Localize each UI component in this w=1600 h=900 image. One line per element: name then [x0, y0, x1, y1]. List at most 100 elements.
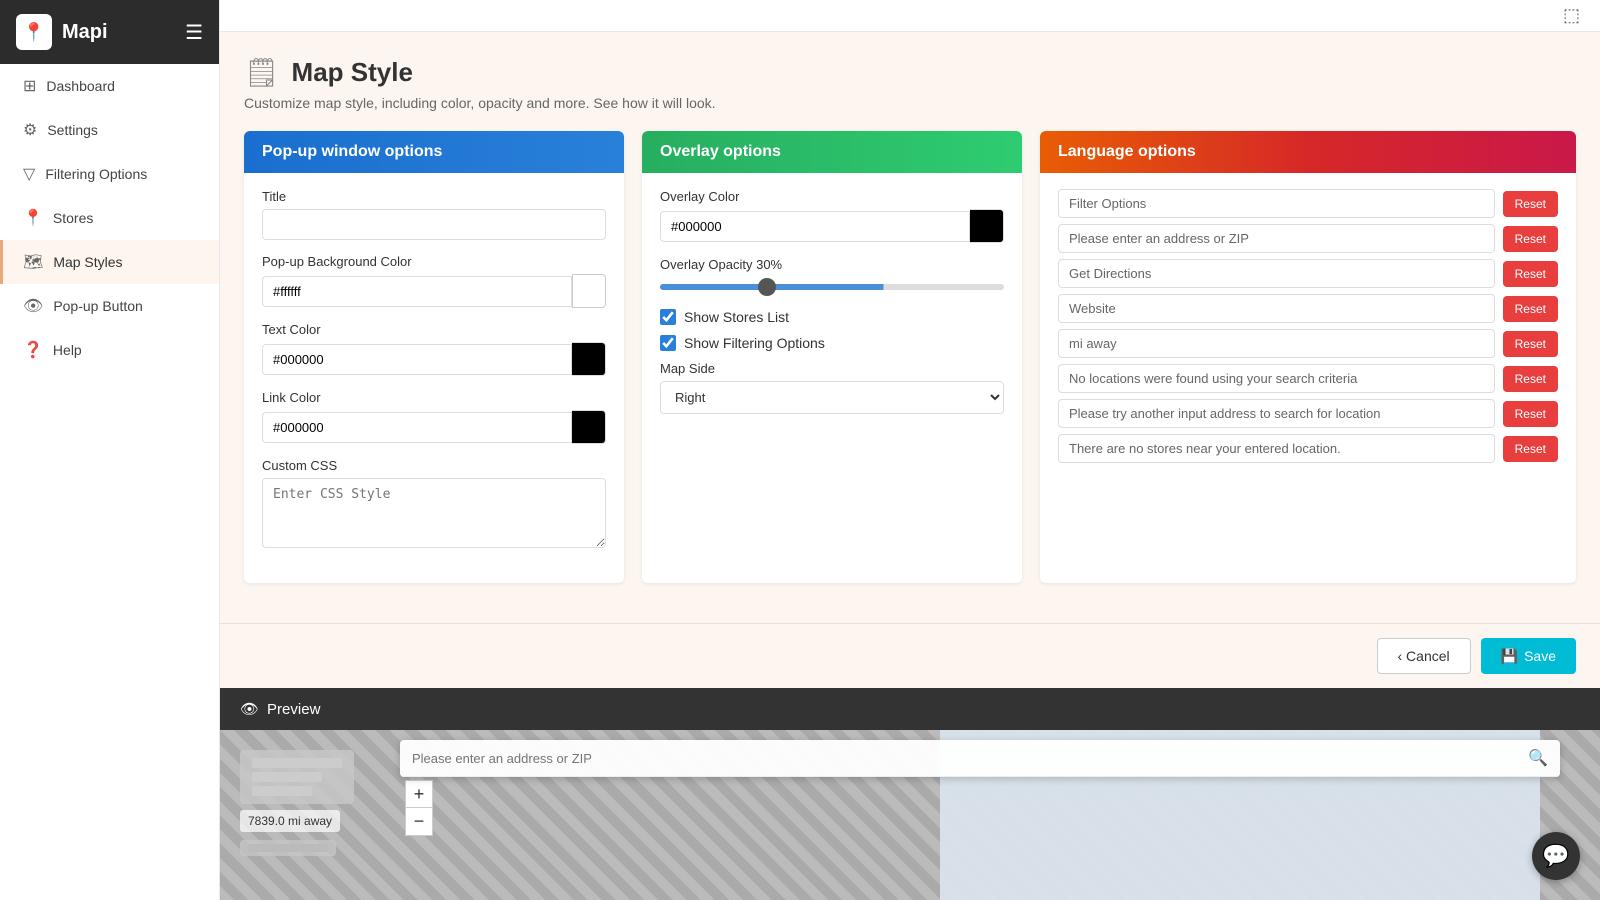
sidebar-item-stores[interactable]: 📍 Stores [0, 196, 219, 240]
lang-row-try-another: Reset [1058, 399, 1558, 428]
preview-section: 👁 Preview [220, 688, 1600, 730]
lang-input-try-another[interactable] [1058, 399, 1495, 428]
text-color-input[interactable] [262, 344, 572, 375]
title-label: Title [262, 189, 606, 204]
reset-button-address-zip[interactable]: Reset [1503, 226, 1558, 252]
lang-input-filter-options[interactable] [1058, 189, 1495, 218]
show-stores-row: Show Stores List [660, 309, 1004, 325]
save-icon: 💾 [1501, 648, 1518, 665]
popupbutton-icon: 👁 [23, 296, 43, 316]
preview-area: 7839.0 mi away + − 🔍 [220, 730, 1600, 900]
lang-input-no-stores[interactable] [1058, 434, 1495, 463]
reset-button-mi-away[interactable]: Reset [1503, 331, 1558, 357]
popup-card-body: Title Pop-up Background Color Text Color [244, 173, 624, 583]
custom-css-label: Custom CSS [262, 458, 606, 473]
store-info-box [240, 750, 354, 804]
lang-row-no-stores: Reset [1058, 434, 1558, 463]
map-distance: 7839.0 mi away [240, 810, 340, 832]
map-overlay-panel: 🔍 [400, 740, 1560, 777]
cancel-button[interactable]: ‹ Cancel [1377, 638, 1471, 674]
overlay-card: Overlay options Overlay Color Overlay Op… [642, 131, 1022, 583]
zoom-in-button[interactable]: + [405, 780, 433, 808]
reset-button-get-directions[interactable]: Reset [1503, 261, 1558, 287]
content-area: 🗒 Map Style Customize map style, includi… [220, 32, 1600, 623]
save-label: Save [1524, 648, 1556, 664]
lang-row-get-directions: Reset [1058, 259, 1558, 288]
overlay-color-group: Overlay Color [660, 189, 1004, 243]
reset-button-website[interactable]: Reset [1503, 296, 1558, 322]
lang-input-get-directions[interactable] [1058, 259, 1495, 288]
map-side-label: Map Side [660, 361, 1004, 376]
sidebar-item-filtering[interactable]: ▽ Filtering Options [0, 152, 219, 196]
text-color-swatch[interactable] [572, 342, 606, 376]
lang-input-no-locations[interactable] [1058, 364, 1495, 393]
search-icon: 🔍 [1528, 748, 1548, 768]
sidebar-item-dashboard[interactable]: ⊞ Dashboard [0, 64, 219, 108]
topbar: ⬚ [220, 0, 1600, 32]
lang-input-mi-away[interactable] [1058, 329, 1495, 358]
map-search-bar: 🔍 [400, 740, 1560, 777]
opacity-group: Overlay Opacity 30% [660, 257, 1004, 295]
reset-button-no-locations[interactable]: Reset [1503, 366, 1558, 392]
show-filtering-label: Show Filtering Options [684, 335, 825, 351]
reset-button-try-another[interactable]: Reset [1503, 401, 1558, 427]
overlay-color-swatch[interactable] [970, 209, 1004, 243]
custom-css-input[interactable] [262, 478, 606, 548]
overlay-card-header: Overlay options [642, 131, 1022, 173]
preview-icon: 👁 [240, 700, 259, 718]
show-filtering-checkbox[interactable] [660, 335, 676, 351]
opacity-slider[interactable] [660, 284, 1004, 290]
opacity-label: Overlay Opacity 30% [660, 257, 1004, 272]
custom-css-group: Custom CSS [262, 458, 606, 553]
bg-color-swatch[interactable] [572, 274, 606, 308]
reset-button-no-stores[interactable]: Reset [1503, 436, 1558, 462]
logo-icon: 📍 [16, 14, 52, 50]
link-color-label: Link Color [262, 390, 606, 405]
title-input[interactable] [262, 209, 606, 240]
hamburger-icon[interactable]: ☰ [185, 20, 203, 45]
title-group: Title [262, 189, 606, 240]
overlay-card-body: Overlay Color Overlay Opacity 30% Show S… [642, 173, 1022, 444]
show-filtering-row: Show Filtering Options [660, 335, 1004, 351]
popup-card: Pop-up window options Title Pop-up Backg… [244, 131, 624, 583]
save-button[interactable]: 💾 Save [1481, 638, 1576, 674]
topbar-icon[interactable]: ⬚ [1563, 5, 1580, 26]
stores-icon: 📍 [23, 208, 43, 228]
page-icon: 🗒 [244, 56, 280, 89]
cards-row: Pop-up window options Title Pop-up Backg… [244, 131, 1576, 583]
sidebar-item-help[interactable]: ❓ Help [0, 328, 219, 372]
lang-row-filter-options: Reset [1058, 189, 1558, 218]
store-address [240, 840, 336, 856]
bg-color-row [262, 274, 606, 308]
chat-bubble[interactable]: 💬 [1532, 832, 1580, 880]
link-color-row [262, 410, 606, 444]
settings-icon: ⚙ [23, 120, 37, 140]
page-title: Map Style [292, 57, 413, 88]
bg-color-input[interactable] [262, 276, 572, 307]
map-side-group: Map Side Right Left Top Bottom [660, 361, 1004, 414]
popup-card-header: Pop-up window options [244, 131, 624, 173]
sidebar-header: 📍 Mapi ☰ [0, 0, 219, 64]
store-info-line2 [252, 772, 322, 782]
overlay-color-input[interactable] [660, 211, 970, 242]
map-side-select[interactable]: Right Left Top Bottom [660, 381, 1004, 414]
text-color-row [262, 342, 606, 376]
map-search-input[interactable] [412, 751, 1520, 766]
sidebar-item-popupbutton[interactable]: 👁 Pop-up Button [0, 284, 219, 328]
sidebar-item-settings[interactable]: ⚙ Settings [0, 108, 219, 152]
lang-input-website[interactable] [1058, 294, 1495, 323]
show-stores-checkbox[interactable] [660, 309, 676, 325]
sidebar: 📍 Mapi ☰ ⊞ Dashboard ⚙ Settings ▽ Filter… [0, 0, 220, 900]
link-color-input[interactable] [262, 412, 572, 443]
link-color-swatch[interactable] [572, 410, 606, 444]
text-color-group: Text Color [262, 322, 606, 376]
lang-input-address-zip[interactable] [1058, 224, 1495, 253]
sidebar-item-mapstyles[interactable]: 🗺 Map Styles [0, 240, 219, 284]
lang-row-mi-away: Reset [1058, 329, 1558, 358]
filter-icon: ▽ [23, 164, 35, 184]
reset-button-filter-options[interactable]: Reset [1503, 191, 1558, 217]
link-color-group: Link Color [262, 390, 606, 444]
zoom-out-button[interactable]: − [405, 808, 433, 836]
bg-color-group: Pop-up Background Color [262, 254, 606, 308]
page-header: 🗒 Map Style [244, 56, 1576, 89]
